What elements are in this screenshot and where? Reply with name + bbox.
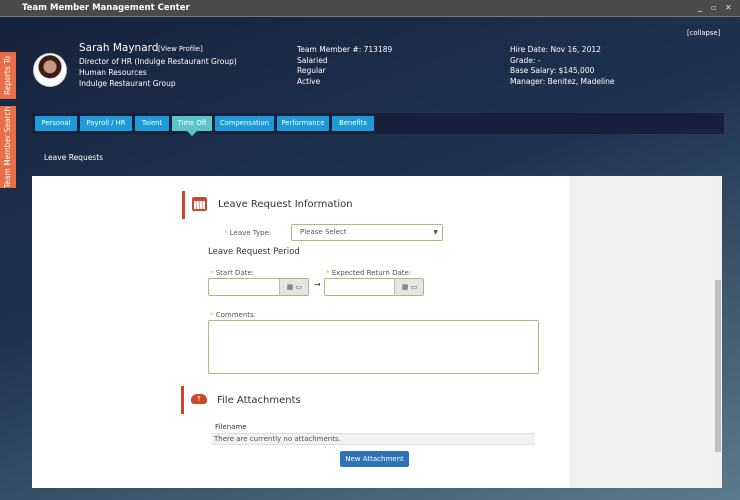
comments-textarea[interactable] [208,320,539,374]
profile-department: Human Resources [79,68,147,77]
comments-label: * Comments: [210,311,256,319]
required-marker: * [224,229,228,237]
grade: Grade: - [510,55,541,65]
team-member-search-tab[interactable]: Team Member Search [0,106,16,188]
tab-personal[interactable]: Personal [35,116,77,131]
profile-details: Director of HR (Indulge Restaurant Group… [79,56,237,89]
empty-attachments-row: There are currently no attachments. [212,433,535,445]
attachments-title: File Attachments [217,395,301,406]
leave-type-value: Please Select [300,228,347,236]
status: Active [297,77,321,87]
filename-header: Filename [215,423,247,431]
required-marker: * [210,269,214,277]
pay-type: Salaried [297,55,328,65]
start-date-label: * Start Date: [210,269,254,277]
tab-benefits[interactable]: Benefits [332,116,374,131]
section-title: Leave Request Information [218,199,353,210]
base-salary: Base Salary: $145,000 [510,66,595,76]
start-date-text: Start Date: [215,269,255,277]
right-margin [569,176,714,488]
employment-type: Regular [297,66,326,76]
dropdown-arrow-icon: ▼ [433,229,438,236]
profile-name: Sarah Maynard [79,42,159,54]
close-button[interactable]: ✕ [725,3,732,12]
profile-title: Director of HR (Indulge Restaurant Group… [79,57,237,66]
leave-type-select[interactable]: Please Select ▼ [291,224,443,241]
tab-bar: Personal Payroll / HR Talent Time Off Co… [32,113,724,136]
reports-to-tab[interactable]: Reports To [0,52,16,99]
tab-performance[interactable]: Performance [277,116,329,131]
leave-type-text: Leave Type: [229,229,272,237]
profile-company: Indulge Restaurant Group [79,79,176,88]
calendar-icon [192,197,207,211]
employment-info: Team Member #: 713189 Salaried Regular Acti… [297,45,392,88]
start-date-input[interactable]: ▦ ▭ [208,278,309,296]
tab-talent[interactable]: Talent [135,116,169,131]
return-date-label: * Expected Return Date: [326,269,411,277]
tab-payroll-hr[interactable]: Payroll / HR [80,116,132,131]
manager: Manager: Benitez, Madeline [510,77,615,87]
restore-button[interactable]: ▫ [711,3,716,12]
comments-text: Comments: [215,311,257,319]
collapse-link[interactable]: [collapse] [687,29,720,37]
required-marker: * [210,311,214,319]
calendar-buttons[interactable]: ▦ ▭ [394,279,423,295]
compensation-info: Hire Date: Nov 16, 2012 Grade: - Base Sala… [510,45,615,88]
required-marker: * [326,269,330,277]
window-title: Team Member Management Center [22,3,190,13]
tab-compensation[interactable]: Compensation [215,116,274,131]
avatar [33,53,67,87]
section-marker [182,191,187,219]
scrollbar-thumb[interactable] [715,280,721,452]
calendar-buttons[interactable]: ▦ ▭ [279,279,308,295]
section-marker [181,386,186,414]
title-bar: Team Member Management Center [0,0,740,17]
breadcrumb: Leave Requests [44,153,104,162]
hire-date: Hire Date: Nov 16, 2012 [510,45,601,54]
period-title: Leave Request Period [208,247,300,257]
minimize-button[interactable]: _ [698,3,702,12]
tab-time-off[interactable]: Time Off [172,116,212,136]
cloud-upload-icon: ↑ [191,394,207,404]
arrow-icon: → [314,280,321,289]
return-date-text: Expected Return Date: [331,269,412,277]
new-attachment-button[interactable]: New Attachment [340,451,409,467]
team-member-number: Team Member #: 713189 [297,45,393,54]
view-profile-link[interactable]: [View Profile] [158,45,203,53]
leave-type-label: * Leave Type: [224,229,271,237]
return-date-input[interactable]: ▦ ▭ [324,278,424,296]
